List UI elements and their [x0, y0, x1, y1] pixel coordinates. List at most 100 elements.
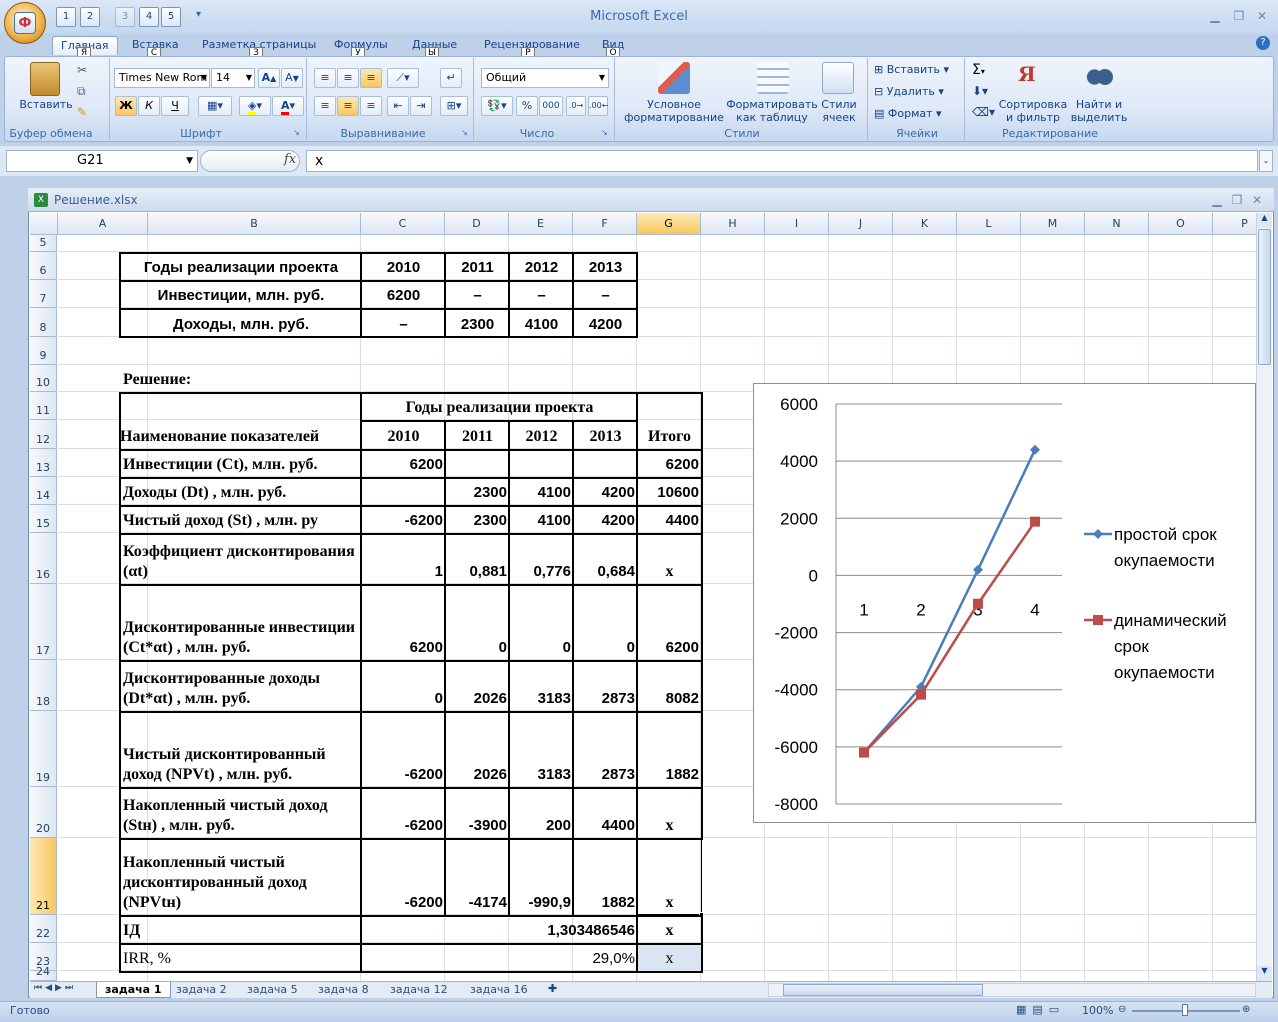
scroll-up-icon[interactable]: ▲	[1257, 213, 1272, 228]
minimize-button[interactable]: ▁	[1206, 9, 1224, 25]
id-value[interactable]: 1,303486546	[361, 915, 637, 943]
t2-row5-c2013[interactable]: 0	[573, 584, 637, 660]
col-header-l[interactable]: L	[957, 213, 1021, 235]
col-header-a[interactable]: A	[58, 213, 148, 235]
t2-year-2012[interactable]: 2012	[509, 420, 573, 449]
t2-years-header[interactable]: Годы реализации проекта	[361, 392, 637, 420]
t2-row8-c2011[interactable]: -3900	[445, 787, 509, 838]
sheet-tab-4[interactable]: задача 8	[310, 982, 377, 998]
t2-row8-c2013[interactable]: 4400	[573, 787, 637, 838]
t2-total-header[interactable]: Итого	[637, 392, 701, 449]
zoom-in-icon[interactable]: ⊕	[1242, 1004, 1250, 1015]
row-header-19[interactable]: 19	[30, 711, 57, 787]
sheet-tab-1[interactable]: задача 1	[96, 982, 171, 998]
zoom-thumb[interactable]	[1182, 1004, 1188, 1016]
t2-row2-c2010[interactable]	[361, 477, 445, 505]
row-header-10[interactable]: 10	[30, 365, 57, 392]
irr-label[interactable]: IRR, %	[120, 943, 361, 971]
font-launcher-icon[interactable]: ↘	[293, 128, 300, 137]
merge-center-icon[interactable]: ⊞▾	[440, 96, 468, 116]
t2-row2-label[interactable]: Доходы (Dt) , млн. руб.	[120, 477, 361, 505]
paste-icon[interactable]	[30, 62, 60, 96]
increase-indent-icon[interactable]: ⇥	[410, 96, 432, 116]
alignment-launcher-icon[interactable]: ↘	[461, 128, 468, 137]
t2-row4-c2010[interactable]: 1	[361, 533, 445, 584]
sheet-tab-2[interactable]: задача 2	[168, 982, 235, 998]
number-launcher-icon[interactable]: ↘	[601, 128, 608, 137]
t2-name-header[interactable]: Наименование показателей	[120, 392, 361, 449]
conditional-format-icon[interactable]	[658, 62, 690, 94]
col-header-j[interactable]: J	[829, 213, 893, 235]
t2-row2-total[interactable]: 10600	[637, 477, 701, 505]
bold-button[interactable]: Ж	[115, 96, 137, 116]
t2-row4-c2013[interactable]: 0,684	[573, 533, 637, 584]
font-name-combo[interactable]: Times New Rom ▼	[114, 68, 210, 88]
t2-row2-c2011[interactable]: 2300	[445, 477, 509, 505]
id-label[interactable]: IД	[120, 915, 361, 943]
row-header-8[interactable]: 8	[30, 308, 57, 337]
expand-formula-icon[interactable]: ⌄	[1259, 150, 1273, 172]
align-left-icon[interactable]: ≡	[314, 96, 336, 116]
col-header-p[interactable]: P	[1213, 213, 1256, 235]
t2-row1-total[interactable]: 6200	[637, 449, 701, 477]
irr-total[interactable]: x	[637, 943, 701, 971]
col-header-e[interactable]: E	[509, 213, 573, 235]
t2-row7-c2013[interactable]: 2873	[573, 711, 637, 787]
t2-row9-c2011[interactable]: -4174	[445, 838, 509, 915]
t2-row6-total[interactable]: 8082	[637, 660, 701, 711]
align-bottom-icon[interactable]: ≡	[360, 68, 382, 88]
t2-row8-total[interactable]: x	[637, 787, 701, 838]
h-scroll-thumb[interactable]	[783, 984, 983, 996]
insert-sheet-icon[interactable]: ✚	[548, 982, 557, 995]
align-center-icon[interactable]: ≡	[337, 96, 359, 116]
id-total[interactable]: x	[637, 915, 701, 943]
row-header-18[interactable]: 18	[30, 660, 57, 711]
select-all-corner[interactable]	[30, 213, 58, 235]
vertical-scrollbar[interactable]: ▲ ▼	[1256, 213, 1272, 981]
sheet-nav-icon[interactable]: ⏮◀▶⏭	[34, 983, 76, 993]
t2-row4-total[interactable]: x	[637, 533, 701, 584]
autosum-button[interactable]: Σ▾	[972, 62, 985, 78]
t2-row1-label[interactable]: Инвестиции (Ct), млн. руб.	[120, 449, 361, 477]
irr-value[interactable]: 29,0%	[361, 943, 637, 971]
col-header-i[interactable]: I	[765, 213, 829, 235]
t2-row9-c2010[interactable]: -6200	[361, 838, 445, 915]
t2-row1-c2012[interactable]	[509, 449, 573, 477]
fill-icon[interactable]: ⬇▾	[972, 84, 988, 98]
clear-icon[interactable]: ⌫▾	[972, 105, 995, 119]
col-header-k[interactable]: K	[893, 213, 957, 235]
office-button[interactable]: Ф	[4, 2, 46, 44]
t2-row2-c2013[interactable]: 4200	[573, 477, 637, 505]
t2-row9-c2012[interactable]: -990,9	[509, 838, 573, 915]
row-header-20[interactable]: 20	[30, 787, 57, 838]
fill-color-button[interactable]: ◈▾	[239, 96, 271, 116]
t2-row1-c2010[interactable]: 6200	[361, 449, 445, 477]
t2-row6-c2012[interactable]: 3183	[509, 660, 573, 711]
view-buttons-icon[interactable]: ▦▤▭	[1016, 1003, 1065, 1016]
t2-row6-c2010[interactable]: 0	[361, 660, 445, 711]
row-header-14[interactable]: 14	[30, 477, 57, 505]
sheet-tab-6[interactable]: задача 16	[462, 982, 536, 998]
col-header-b[interactable]: B	[148, 213, 361, 235]
col-header-g[interactable]: G	[637, 213, 701, 235]
t2-row6-label[interactable]: Дисконтированные доходы (Dt*αt) , млн. р…	[120, 660, 361, 711]
row-header-6[interactable]: 6	[30, 252, 57, 280]
cell-styles-icon[interactable]	[822, 62, 854, 94]
t2-row9-label[interactable]: Накопленный чистый дисконтированный дохо…	[120, 838, 361, 915]
paste-button[interactable]: Вставить	[14, 98, 78, 111]
scroll-down-icon[interactable]: ▼	[1257, 966, 1272, 981]
align-top-icon[interactable]: ≡	[314, 68, 336, 88]
sheet-tab-3[interactable]: задача 5	[239, 982, 306, 998]
format-as-table-button[interactable]: Форматировать как таблицу	[726, 98, 818, 124]
maximize-button[interactable]: ❐	[1230, 9, 1248, 25]
row-header-7[interactable]: 7	[30, 280, 57, 308]
format-painter-icon[interactable]: ✎	[77, 105, 87, 119]
t2-row5-c2010[interactable]: 6200	[361, 584, 445, 660]
col-header-n[interactable]: N	[1085, 213, 1149, 235]
name-box[interactable]: G21 ▼	[6, 150, 198, 172]
t2-row8-c2012[interactable]: 200	[509, 787, 573, 838]
italic-button[interactable]: К	[138, 96, 160, 116]
t2-year-2013[interactable]: 2013	[573, 420, 637, 449]
t2-row4-label[interactable]: Коэффициент дисконтирования (αt)	[120, 533, 361, 584]
t2-row3-c2011[interactable]: 2300	[445, 505, 509, 533]
